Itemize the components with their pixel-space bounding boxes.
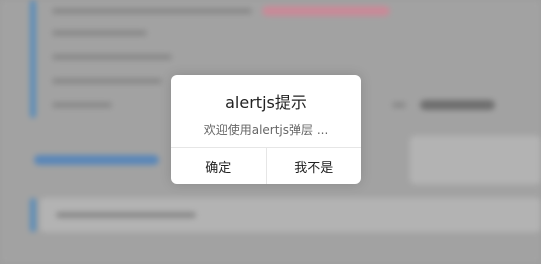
background-line — [56, 212, 196, 218]
dialog-title: alertjs提示 — [225, 93, 307, 112]
background-line — [52, 8, 252, 14]
background-line — [52, 78, 162, 84]
dialog-message: 欢迎使用alertjs弹层 ... — [203, 123, 329, 137]
background-highlight — [262, 6, 390, 16]
cancel-button[interactable]: 我不是 — [265, 148, 362, 184]
confirm-button[interactable]: 确定 — [171, 148, 266, 184]
dialog-button-row: 确定 我不是 — [171, 147, 361, 184]
background-link — [34, 155, 159, 165]
alert-dialog: alertjs提示 欢迎使用alertjs弹层 ... 确定 我不是 — [171, 75, 361, 184]
background-line — [52, 102, 112, 108]
background-panel — [410, 136, 541, 184]
background-element — [420, 100, 495, 110]
background-line — [52, 30, 147, 36]
background-accent-bar — [30, 198, 36, 232]
background-accent-bar — [30, 0, 36, 118]
background-line — [52, 54, 172, 60]
background-line — [392, 102, 406, 108]
